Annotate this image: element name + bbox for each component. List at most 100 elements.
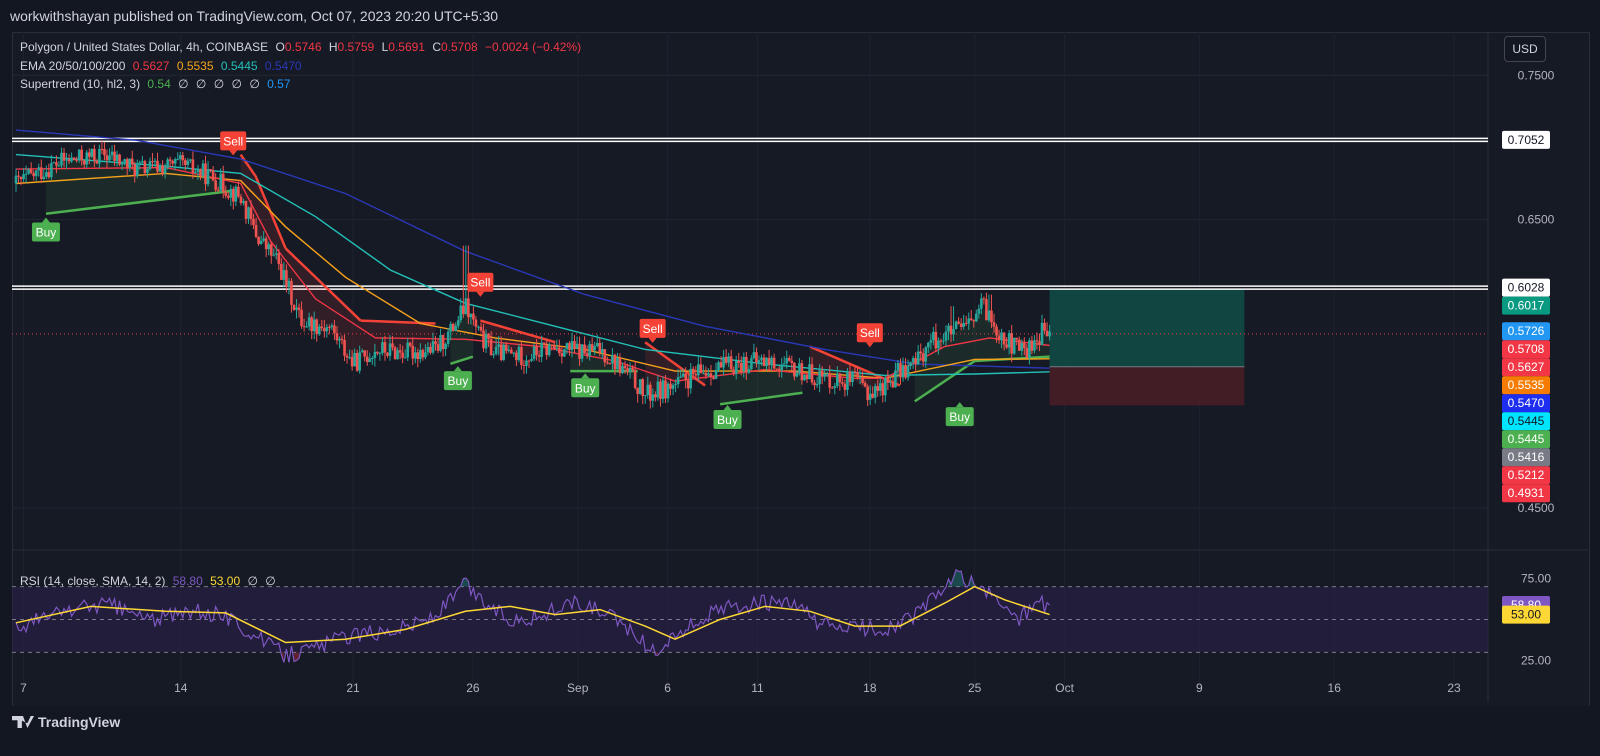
x-tick-label: 21: [346, 681, 360, 695]
publish-line: workwithshayan published on TradingView.…: [10, 8, 499, 24]
x-tick-label: 18: [863, 681, 877, 695]
candle-body: [924, 347, 928, 362]
candle-body: [795, 372, 799, 377]
candle-body: [403, 357, 407, 359]
candle-body: [823, 373, 826, 377]
candle-body: [603, 349, 607, 363]
candle-body: [848, 371, 852, 383]
candle-body: [889, 381, 892, 383]
stop-zone: [1049, 366, 1245, 406]
candle-body: [727, 356, 730, 363]
candle-body: [697, 364, 700, 376]
y-tick-label: 0.4500: [1518, 501, 1555, 515]
candle-body: [153, 160, 157, 162]
candle-body: [712, 377, 715, 379]
candle-body: [201, 163, 205, 176]
candle-body: [199, 169, 202, 176]
candle-body: [133, 164, 137, 177]
candle-body: [679, 376, 682, 378]
candle-body: [919, 351, 923, 354]
candle-body: [19, 176, 23, 180]
candle-body: [310, 317, 313, 332]
candle-body: [833, 386, 837, 388]
candle-body: [297, 307, 301, 310]
candle-body: [173, 159, 177, 164]
price-tag: 0.6017: [1502, 296, 1550, 315]
candle-body: [977, 308, 981, 314]
price-tag: 0.5535: [1502, 376, 1550, 395]
legend-st-value-2: ∅: [195, 77, 207, 91]
time-axis[interactable]: 7 14 21 26 Sep 6 11 18 25 Oct 9 16 23: [20, 681, 1461, 695]
candle-body: [499, 344, 503, 360]
candle-body: [750, 358, 753, 370]
position-zones: [1049, 289, 1245, 406]
candle-body: [105, 155, 109, 161]
candle-body: [292, 304, 296, 310]
candle-body: [676, 377, 680, 385]
candle-body: [272, 254, 276, 256]
candle-body: [777, 368, 781, 371]
price-axis[interactable]: 0.75000.65000.450075.0025.0058.8053.000.…: [1502, 68, 1555, 668]
candle-body: [618, 357, 622, 374]
candle-body: [166, 159, 169, 168]
candle-body: [189, 159, 192, 161]
candle-body: [388, 343, 392, 356]
candle-body: [484, 333, 488, 349]
candle-body: [17, 175, 20, 177]
candle-body: [980, 298, 983, 309]
candle-body: [699, 364, 703, 374]
candle-body: [219, 173, 222, 191]
currency-button[interactable]: USD: [1504, 36, 1546, 62]
legend-st-value-5: ∅: [249, 77, 260, 91]
candle-body: [724, 356, 728, 363]
candle-body: [497, 344, 500, 347]
candle-body: [214, 180, 217, 190]
candle-body: [360, 350, 364, 353]
candle-body: [694, 374, 698, 376]
candle-body: [830, 387, 834, 389]
candle-body: [942, 340, 945, 342]
candle-body: [868, 393, 872, 400]
candle-body: [80, 149, 84, 161]
candle-body: [441, 335, 445, 350]
x-tick-label: 23: [1447, 681, 1461, 695]
candle-body: [24, 173, 28, 175]
x-tick-label: 7: [20, 681, 27, 695]
candle-body: [633, 369, 637, 388]
candle-body: [163, 167, 167, 174]
candle-body: [631, 367, 634, 370]
candle-body: [98, 148, 101, 164]
candle-body: [884, 377, 887, 396]
candle-body: [216, 189, 220, 191]
candle-body: [209, 169, 212, 171]
candle-body: [997, 335, 1001, 341]
candle-body: [1007, 333, 1011, 348]
price-tag-text: 0.5535: [1508, 378, 1545, 392]
candle-body: [398, 350, 402, 353]
candle-body: [391, 343, 394, 348]
price-tag-text: 0.5726: [1508, 324, 1545, 338]
candle-body: [355, 352, 359, 371]
legend-change: −0.0024 (−0.42%): [485, 40, 582, 54]
buy-signal: Buy: [945, 402, 974, 427]
candle-body: [967, 318, 971, 324]
candle-body: [426, 346, 430, 353]
signal-pointer: [453, 366, 462, 372]
candle-body: [649, 384, 652, 401]
candle-body: [969, 318, 973, 321]
candle-body: [60, 152, 63, 166]
candle-body: [295, 307, 298, 310]
candle-body: [805, 374, 809, 380]
candle-body: [171, 160, 174, 164]
candle-body: [929, 340, 933, 343]
candle-body: [861, 377, 864, 383]
candle-body: [290, 280, 293, 305]
candle-body: [1030, 340, 1034, 351]
buy-signal: Buy: [713, 405, 742, 430]
horizontal-levels: [12, 137, 1488, 335]
candle-body: [262, 238, 265, 241]
candle-body: [987, 310, 991, 321]
candle-body: [808, 364, 811, 380]
price-chart[interactable]: Buy Sell Sell Buy Buy Sell Buy Sell Buy 0.7500 0.…: [12, 32, 1588, 720]
candle-body: [1028, 340, 1031, 358]
